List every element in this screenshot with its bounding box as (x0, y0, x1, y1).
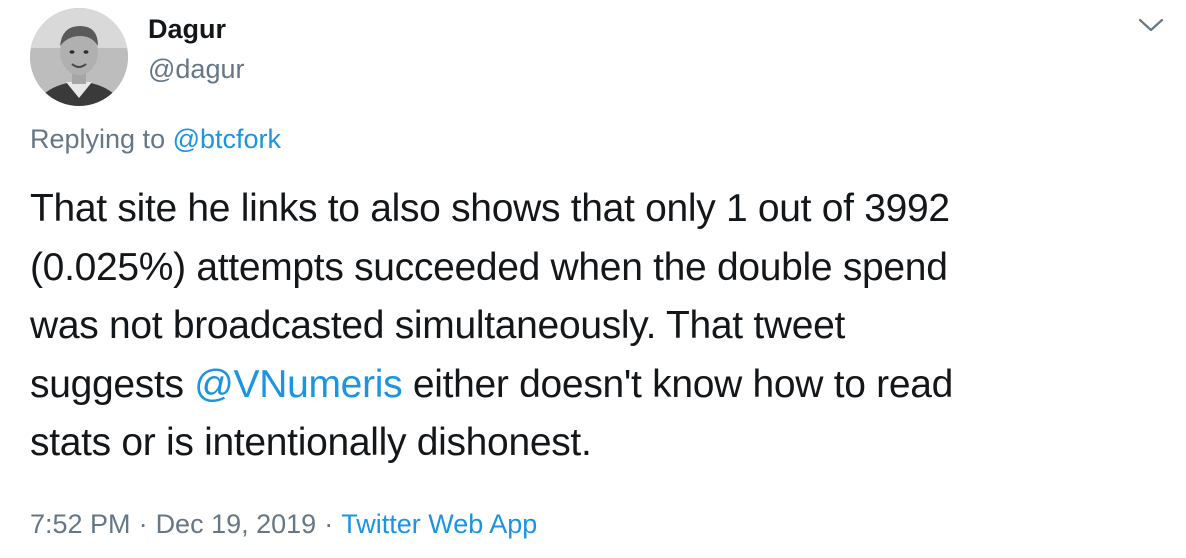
avatar[interactable] (30, 8, 128, 106)
tweet-text-line: That site he links to also shows that on… (30, 187, 950, 230)
tweet-text-segment: suggests (30, 362, 195, 406)
author-handle[interactable]: @dagur (148, 52, 244, 86)
tweet-text-line: was not broadcasted simultaneously. That… (30, 304, 846, 347)
replying-to: Replying to @btcfork (30, 122, 281, 156)
tweet-text-line: (0.025%) attempts succeeded when the dou… (30, 245, 948, 289)
tweet-text-line: suggests @VNumeris either doesn't know h… (30, 356, 1140, 415)
author-display-name[interactable]: Dagur (148, 12, 226, 46)
meta-separator: · (138, 509, 148, 539)
reply-mention-link[interactable]: @btcfork (173, 124, 281, 154)
tweet-card: Dagur @dagur Replying to @btcfork That s… (0, 0, 1186, 558)
chevron-down-icon[interactable] (1136, 14, 1166, 36)
meta-separator: · (324, 509, 334, 539)
replying-to-label: Replying to (30, 124, 166, 154)
tweet-text-line: stats or is intentionally dishonest. (30, 421, 592, 464)
user-avatar-photo-icon (30, 8, 128, 106)
tweet-date[interactable]: Dec 19, 2019 (156, 509, 317, 539)
tweet-text: That site he links to also shows that on… (30, 180, 1140, 473)
tweet-meta: 7:52 PM · Dec 19, 2019 · Twitter Web App (30, 507, 537, 541)
tweet-source-link[interactable]: Twitter Web App (341, 509, 537, 539)
mention-link[interactable]: @VNumeris (194, 363, 402, 406)
tweet-time[interactable]: 7:52 PM (30, 509, 131, 539)
tweet-text-segment: either doesn't know how to read (402, 362, 954, 406)
